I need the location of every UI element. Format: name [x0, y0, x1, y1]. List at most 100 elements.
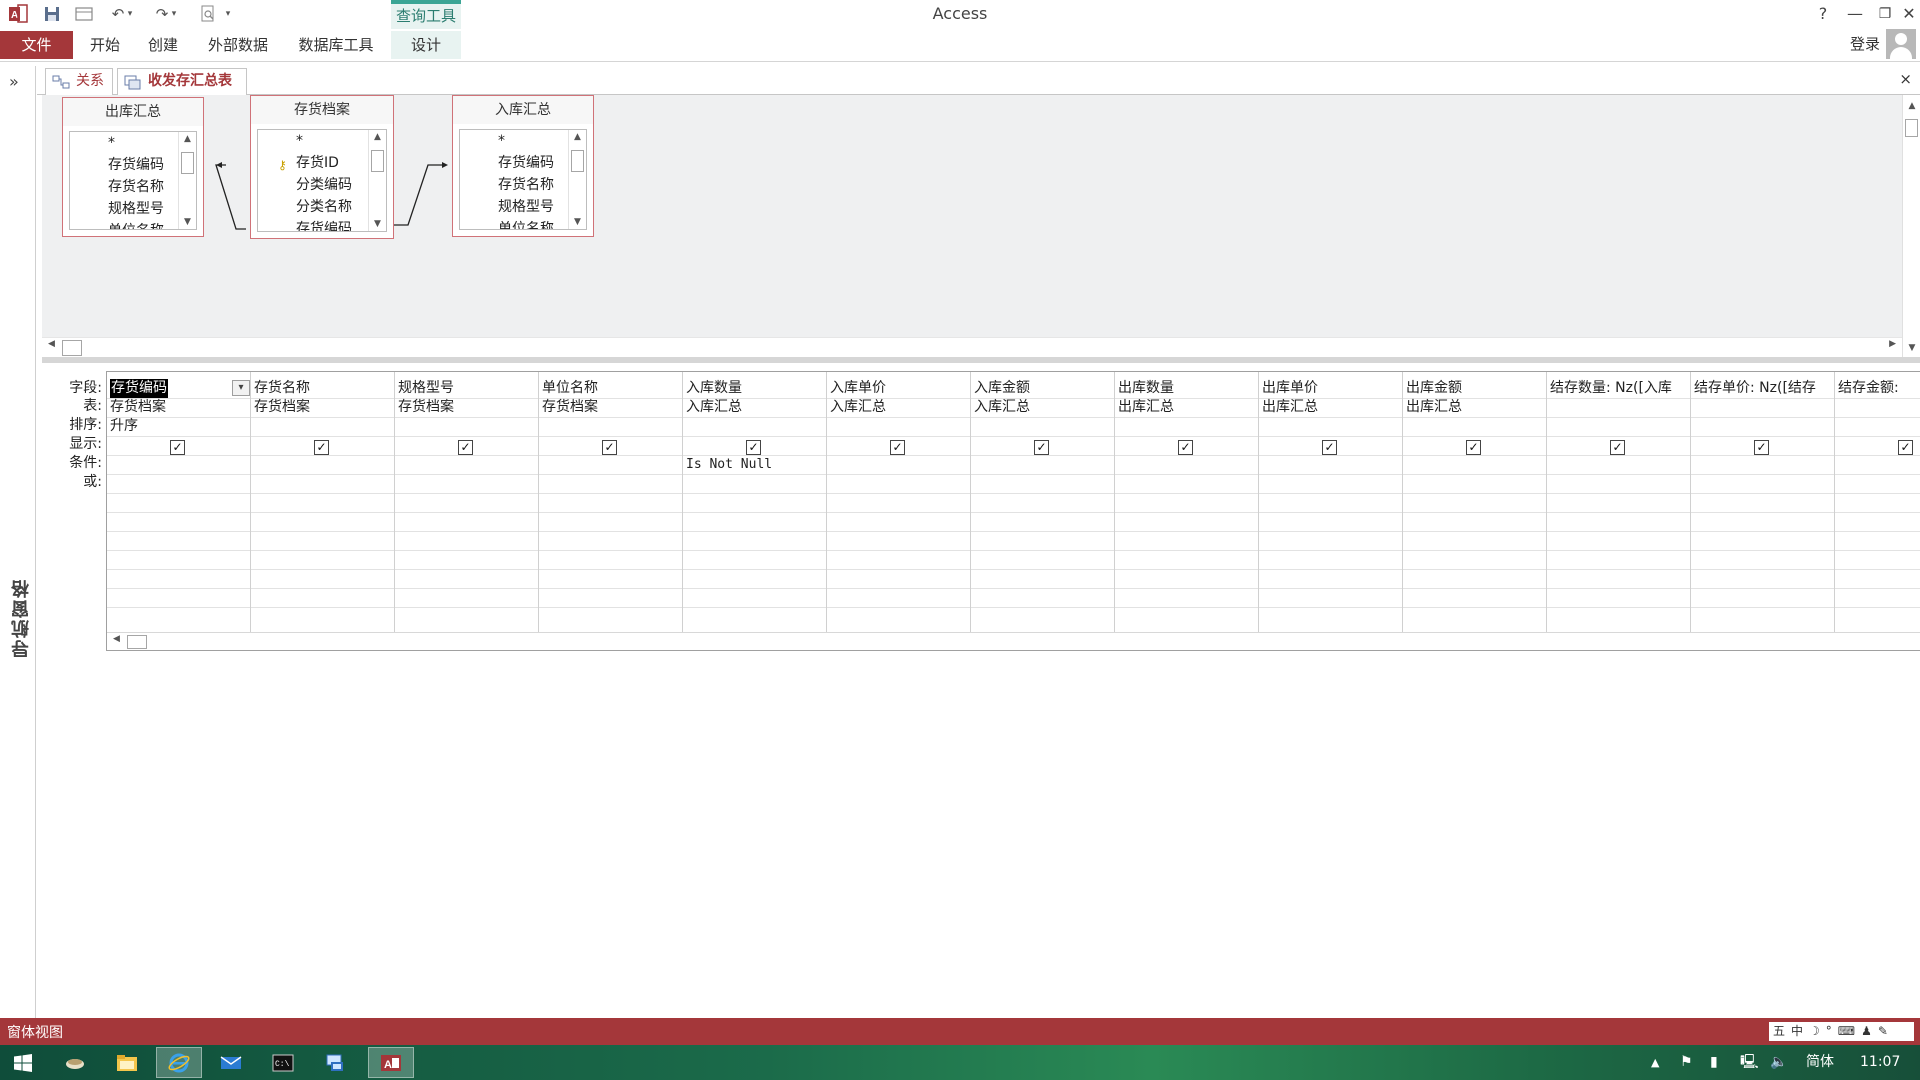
- table-cell[interactable]: 出库汇总: [1406, 398, 1544, 417]
- criteria-cell[interactable]: [1550, 455, 1688, 474]
- network-icon[interactable]: 🖳: [1740, 1045, 1759, 1080]
- field-item-primary-key[interactable]: ⚷ 存货ID: [258, 152, 386, 174]
- show-checkbox[interactable]: ✓: [890, 440, 905, 455]
- scroll-thumb[interactable]: [181, 152, 194, 174]
- ime-keyboard-icon[interactable]: ⌨: [1838, 1022, 1855, 1041]
- scroll-left-icon[interactable]: ◀: [48, 339, 55, 349]
- sort-cell[interactable]: [1406, 417, 1544, 436]
- taskbar-app-icon[interactable]: [52, 1047, 98, 1078]
- ime-punct-icon[interactable]: °: [1826, 1022, 1832, 1041]
- scroll-up-icon[interactable]: ▲: [179, 134, 196, 144]
- show-checkbox[interactable]: ✓: [746, 440, 761, 455]
- table-cell[interactable]: [1694, 398, 1832, 417]
- grid-horizontal-scrollbar[interactable]: ◀ ▶: [107, 632, 1920, 650]
- scroll-thumb[interactable]: [1905, 119, 1918, 137]
- scroll-thumb[interactable]: [62, 340, 82, 356]
- table-cell[interactable]: 入库汇总: [830, 398, 968, 417]
- tab-file[interactable]: 文件: [0, 31, 73, 59]
- table-cell[interactable]: 出库汇总: [1262, 398, 1400, 417]
- sort-cell[interactable]: [1550, 417, 1688, 436]
- table-box-inventory-archive[interactable]: 存货档案 * ⚷ 存货ID 分类编码 分类名称 存货编码 ▲ ▼: [250, 95, 394, 239]
- scroll-up-icon[interactable]: ▲: [369, 132, 386, 142]
- scroll-right-icon[interactable]: ▶: [1889, 339, 1896, 349]
- field-item[interactable]: *: [258, 130, 386, 152]
- sign-in-link[interactable]: 登录: [1850, 33, 1880, 54]
- sort-cell[interactable]: [830, 417, 968, 436]
- tab-design[interactable]: 设计: [391, 31, 461, 59]
- show-checkbox[interactable]: ✓: [602, 440, 617, 455]
- table-area-horizontal-scrollbar[interactable]: ◀ ▶: [42, 337, 1902, 357]
- field-cell[interactable]: 存货名称: [254, 379, 392, 398]
- field-cell[interactable]: 出库单价: [1262, 379, 1400, 398]
- scroll-down-icon[interactable]: ▼: [179, 217, 196, 227]
- field-list-scrollbar[interactable]: ▲ ▼: [568, 130, 586, 229]
- sort-cell[interactable]: [254, 417, 392, 436]
- field-item[interactable]: 存货编码: [258, 218, 386, 231]
- tab-database-tools[interactable]: 数据库工具: [290, 31, 382, 59]
- table-box-outbound-summary[interactable]: 出库汇总 * 存货编码 存货名称 规格型号 单位名称 ▲ ▼: [62, 97, 204, 237]
- show-checkbox[interactable]: ✓: [1898, 440, 1913, 455]
- flag-icon[interactable]: ⚑: [1680, 1045, 1693, 1080]
- scroll-up-icon[interactable]: ▲: [1903, 101, 1920, 111]
- criteria-cell[interactable]: [1262, 455, 1400, 474]
- user-avatar-icon[interactable]: [1886, 29, 1916, 59]
- table-area-vertical-scrollbar[interactable]: ▲ ▼: [1902, 95, 1920, 357]
- access-taskbar-icon[interactable]: A: [368, 1047, 414, 1078]
- expand-nav-pane-button[interactable]: »: [9, 72, 19, 91]
- doc-tab-relationships[interactable]: 关系: [45, 68, 113, 95]
- field-list-scrollbar[interactable]: ▲ ▼: [178, 132, 196, 229]
- tab-create[interactable]: 创建: [138, 31, 188, 59]
- criteria-cell[interactable]: Is Not Null: [686, 455, 824, 474]
- ime-toolbar[interactable]: 五 中 ☽ ° ⌨ ♟ ✎: [1769, 1022, 1914, 1041]
- ime-width-icon[interactable]: ☽: [1809, 1022, 1820, 1041]
- close-document-button[interactable]: ×: [1899, 70, 1912, 88]
- show-checkbox[interactable]: ✓: [1178, 440, 1193, 455]
- ime-user-icon[interactable]: ♟: [1861, 1022, 1872, 1041]
- field-cell[interactable]: 入库金额: [974, 379, 1112, 398]
- sort-cell[interactable]: [542, 417, 680, 436]
- field-cell[interactable]: 入库数量: [686, 379, 824, 398]
- scroll-left-icon[interactable]: ◀: [113, 634, 120, 644]
- criteria-cell[interactable]: [830, 455, 968, 474]
- criteria-cell[interactable]: [1838, 455, 1920, 474]
- criteria-cell[interactable]: [1406, 455, 1544, 474]
- field-cell[interactable]: 存货编码: [110, 379, 168, 398]
- sort-cell[interactable]: [974, 417, 1112, 436]
- outlook-app-icon[interactable]: [208, 1047, 254, 1078]
- remote-desktop-icon[interactable]: [312, 1047, 358, 1078]
- ime-mode-icon[interactable]: 五: [1773, 1022, 1785, 1041]
- table-cell[interactable]: [1838, 398, 1920, 417]
- show-checkbox[interactable]: ✓: [1466, 440, 1481, 455]
- show-hidden-icons-icon[interactable]: ▲: [1651, 1045, 1659, 1080]
- field-cell[interactable]: 出库金额: [1406, 379, 1544, 398]
- show-checkbox[interactable]: ✓: [1322, 440, 1337, 455]
- criteria-cell[interactable]: [542, 455, 680, 474]
- sort-cell[interactable]: 升序: [110, 417, 248, 436]
- criteria-cell[interactable]: [1694, 455, 1832, 474]
- sort-cell[interactable]: [686, 417, 824, 436]
- table-cell[interactable]: 存货档案: [254, 398, 392, 417]
- design-grid[interactable]: 存货编码 ▾ 存货档案 升序 ✓ 存货名称 存货档案 ✓ 规格型号 存货档案 ✓ 单位名称 存货档案 ✓ 入…: [106, 371, 1920, 651]
- scroll-thumb[interactable]: [127, 635, 147, 649]
- scroll-down-icon[interactable]: ▼: [1903, 343, 1920, 353]
- clock[interactable]: 11:07: [1860, 1045, 1900, 1080]
- sort-cell[interactable]: [398, 417, 536, 436]
- criteria-cell[interactable]: [398, 455, 536, 474]
- field-cell[interactable]: 结存数量: Nz([入库: [1550, 379, 1688, 398]
- show-checkbox[interactable]: ✓: [314, 440, 329, 455]
- field-cell[interactable]: 结存单价: Nz([结存: [1694, 379, 1832, 398]
- table-cell[interactable]: [1550, 398, 1688, 417]
- field-cell[interactable]: 规格型号: [398, 379, 536, 398]
- field-cell[interactable]: 单位名称: [542, 379, 680, 398]
- sort-cell[interactable]: [1694, 417, 1832, 436]
- table-cell[interactable]: 入库汇总: [686, 398, 824, 417]
- table-cell[interactable]: 存货档案: [398, 398, 536, 417]
- close-window-button[interactable]: ✕: [1894, 2, 1920, 26]
- table-cell[interactable]: 入库汇总: [974, 398, 1112, 417]
- doc-tab-query[interactable]: 收发存汇总表: [117, 68, 247, 96]
- table-cell[interactable]: 存货档案: [110, 398, 248, 417]
- minimize-button[interactable]: —: [1840, 2, 1870, 26]
- table-cell[interactable]: 存货档案: [542, 398, 680, 417]
- scroll-down-icon[interactable]: ▼: [569, 217, 586, 227]
- scroll-thumb[interactable]: [371, 150, 384, 172]
